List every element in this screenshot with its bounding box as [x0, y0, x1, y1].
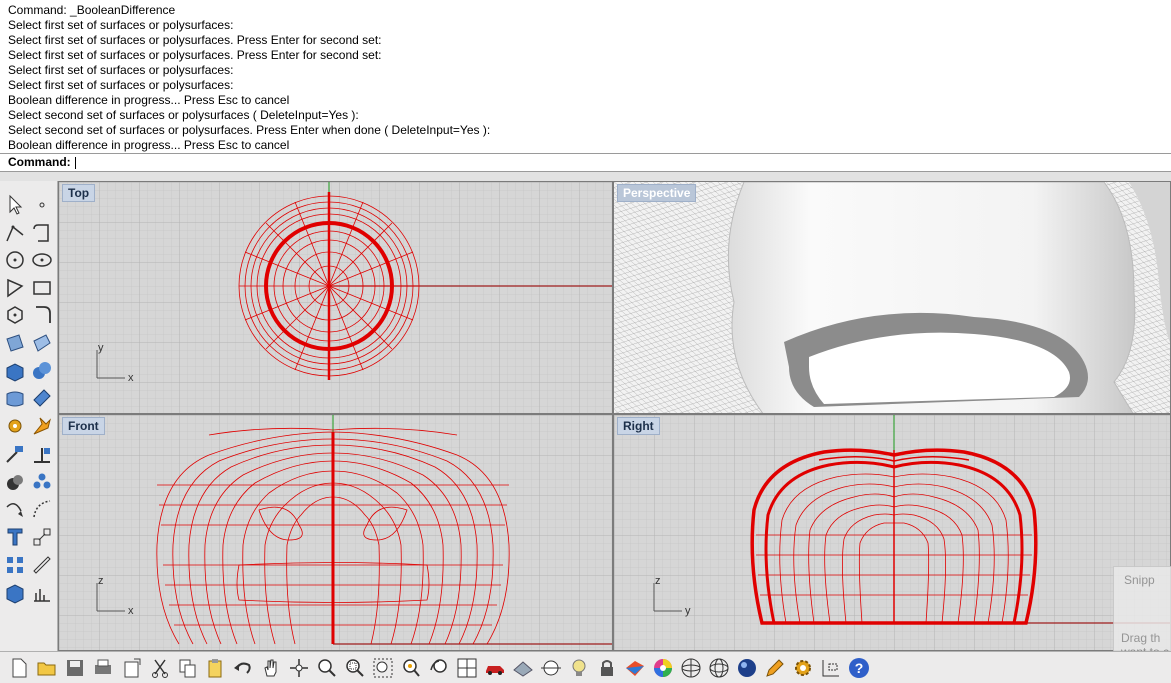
zoom-selected-icon[interactable]	[399, 656, 423, 680]
fillet-icon[interactable]	[30, 303, 54, 327]
dimension-icon[interactable]	[30, 553, 54, 577]
four-viewports-icon[interactable]	[455, 656, 479, 680]
split-icon[interactable]	[3, 442, 27, 466]
settings-gear-icon[interactable]	[791, 656, 815, 680]
history-line: Select first set of surfaces or polysurf…	[8, 48, 382, 62]
viewport-front[interactable]: x z Front	[58, 414, 613, 651]
point-icon[interactable]	[30, 193, 54, 217]
zoom-icon[interactable]	[315, 656, 339, 680]
viewport-perspective[interactable]: Perspective	[613, 181, 1171, 414]
top-view-canvas: x y	[59, 182, 612, 413]
history-line: Select second set of surfaces or polysur…	[8, 123, 491, 137]
history-line: Boolean difference in progress... Press …	[8, 93, 290, 107]
solid-box-icon[interactable]	[3, 581, 27, 605]
right-view-canvas: y z	[614, 415, 1170, 650]
sphere-grid-icon[interactable]	[679, 656, 703, 680]
undo-icon[interactable]	[231, 656, 255, 680]
surface-edit-icon[interactable]	[30, 331, 54, 355]
command-prompt-label: Command:	[8, 155, 71, 169]
texture-icon[interactable]	[511, 656, 535, 680]
pencil-icon[interactable]	[763, 656, 787, 680]
toolbar-gap	[0, 172, 1171, 181]
help-icon[interactable]: ?	[847, 656, 871, 680]
box-icon[interactable]	[3, 359, 27, 383]
sphere-icon[interactable]	[30, 359, 54, 383]
standard-toolbar: ?	[0, 651, 1171, 683]
history-line: Command: _BooleanDifference	[8, 3, 176, 17]
svg-text:?: ?	[855, 660, 864, 676]
select-arrow-icon[interactable]	[3, 193, 27, 217]
arc-icon[interactable]	[30, 248, 54, 272]
front-view-canvas: x z	[59, 415, 612, 650]
surface-icon[interactable]	[3, 331, 27, 355]
history-line: Select first set of surfaces or polysurf…	[8, 18, 234, 32]
import-icon[interactable]	[120, 656, 144, 680]
layer-icon[interactable]	[623, 656, 647, 680]
axis-label-x: x	[128, 372, 134, 384]
notification-title: Snipp	[1124, 573, 1155, 587]
paste-icon[interactable]	[203, 656, 227, 680]
history-line: Select first set of surfaces or polysurf…	[8, 33, 382, 47]
history-line: Select first set of surfaces or polysurf…	[8, 78, 234, 92]
viewport-right[interactable]: y z Right	[613, 414, 1171, 651]
axis-label-z: z	[655, 575, 661, 587]
group-icon[interactable]	[30, 470, 54, 494]
command-history: Command: _BooleanDifference Select first…	[0, 0, 1171, 154]
curve-icon[interactable]	[30, 221, 54, 245]
viewport-label-front[interactable]: Front	[62, 417, 105, 435]
car-icon[interactable]	[483, 656, 507, 680]
dimension-tool-icon[interactable]	[819, 656, 843, 680]
history-line: Select second set of surfaces or polysur…	[8, 108, 359, 122]
osnap-icon[interactable]	[539, 656, 563, 680]
viewport-label-perspective[interactable]: Perspective	[617, 184, 697, 202]
command-line[interactable]: Command:	[0, 154, 1171, 172]
circle-icon[interactable]	[3, 248, 27, 272]
array-icon[interactable]	[3, 553, 27, 577]
boolean-icon[interactable]	[3, 470, 27, 494]
undo-view-icon[interactable]	[427, 656, 451, 680]
perspective-view-canvas	[614, 182, 1170, 413]
axis-label-y: y	[685, 605, 691, 617]
zoom-window-icon[interactable]	[343, 656, 367, 680]
light-bulb-icon[interactable]	[567, 656, 591, 680]
render-sphere-icon[interactable]	[735, 656, 759, 680]
copy-icon[interactable]	[176, 656, 200, 680]
extrude-icon[interactable]	[3, 386, 27, 410]
save-icon[interactable]	[63, 656, 87, 680]
lock-icon[interactable]	[595, 656, 619, 680]
text-caret	[74, 156, 76, 169]
ellipse-icon[interactable]	[3, 303, 27, 327]
curve-tools-icon[interactable]	[3, 497, 27, 521]
notification-line1: Drag th	[1121, 631, 1161, 645]
polygon-icon[interactable]	[3, 276, 27, 300]
explode-icon[interactable]	[30, 414, 54, 438]
analyze-icon[interactable]	[30, 581, 54, 605]
viewport-top[interactable]: x y Top	[58, 181, 613, 414]
gear-icon[interactable]	[3, 414, 27, 438]
zoom-extents-icon[interactable]	[371, 656, 395, 680]
plane-icon[interactable]	[30, 386, 54, 410]
axis-label-x: x	[128, 605, 134, 617]
scale-icon[interactable]	[30, 525, 54, 549]
wireframe-sphere-icon[interactable]	[707, 656, 731, 680]
axis-label-y: y	[98, 342, 104, 354]
history-line: Select first set of surfaces or polysurf…	[8, 63, 234, 77]
viewport-label-top[interactable]: Top	[62, 184, 96, 202]
trim-icon[interactable]	[30, 442, 54, 466]
rebuild-icon[interactable]	[30, 497, 54, 521]
pan-hand-icon[interactable]	[259, 656, 283, 680]
rotate-view-icon[interactable]	[287, 656, 311, 680]
polyline-icon[interactable]	[3, 221, 27, 245]
axis-label-z: z	[98, 575, 104, 587]
print-icon[interactable]	[91, 656, 115, 680]
text-icon[interactable]	[3, 525, 27, 549]
color-wheel-icon[interactable]	[651, 656, 675, 680]
history-line: Boolean difference in progress... Press …	[8, 138, 290, 152]
new-file-icon[interactable]	[7, 656, 31, 680]
viewport-label-right[interactable]: Right	[617, 417, 660, 435]
cut-icon[interactable]	[148, 656, 172, 680]
rectangle-icon[interactable]	[30, 276, 54, 300]
open-folder-icon[interactable]	[35, 656, 59, 680]
left-toolbar	[0, 181, 58, 651]
